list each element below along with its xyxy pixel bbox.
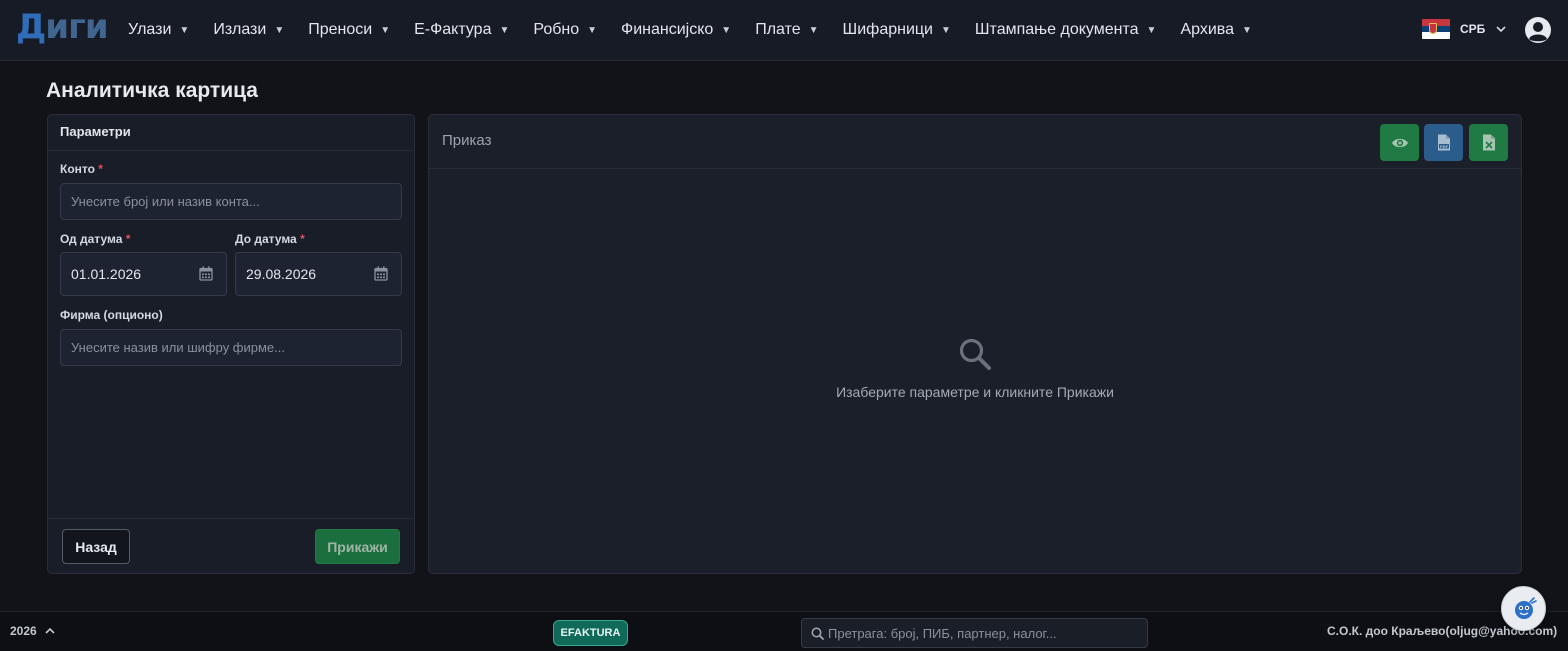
pdf-icon: PDF [1437, 134, 1450, 151]
main-menu: Улази ▼ Излази ▼ Преноси ▼ Е-Фактура ▼ Робно… [128, 0, 1276, 60]
konto-input[interactable] [60, 183, 402, 220]
assistant-button[interactable] [1501, 586, 1546, 631]
year-label: 2026 [10, 624, 37, 638]
language-selector[interactable]: СРБ [1422, 19, 1507, 39]
from-date-field[interactable] [60, 252, 227, 296]
konto-label: Конто * [60, 162, 103, 176]
menu-item-sifarnici[interactable]: Шифарници ▼ [843, 21, 951, 39]
caret-down-icon: ▼ [274, 24, 285, 36]
back-button[interactable]: Назад [62, 529, 130, 564]
parameters-header: Параметри [48, 115, 414, 151]
caret-down-icon: ▼ [1241, 24, 1252, 36]
global-search-input[interactable] [828, 619, 1143, 647]
menu-item-arhiva[interactable]: Архива ▼ [1180, 21, 1251, 39]
top-navbar: Диги Улази ▼ Излази ▼ Преноси ▼ Е-Фактура ▼ … [0, 0, 1568, 61]
export-pdf-button[interactable]: PDF [1424, 124, 1463, 161]
caret-down-icon: ▼ [179, 24, 190, 36]
caret-down-icon: ▼ [587, 24, 598, 36]
caret-down-icon: ▼ [499, 24, 510, 36]
to-date-field[interactable] [235, 252, 402, 296]
chevron-up-icon [45, 627, 55, 634]
menu-item-finansijsko[interactable]: Финансијско ▼ [621, 21, 731, 39]
search-icon [811, 627, 824, 640]
eye-icon [1391, 138, 1408, 147]
firm-input[interactable] [60, 329, 402, 366]
year-selector[interactable]: 2026 [10, 624, 55, 638]
menu-item-ulazi[interactable]: Улази ▼ [128, 21, 189, 39]
to-date-label: До датума * [235, 232, 305, 246]
status-bar: 2026 EFAKTURA С.О.К. доо Краљево(oljug@y… [0, 611, 1568, 651]
parameters-footer: Назад Прикажи [48, 518, 414, 574]
caret-down-icon: ▼ [1146, 24, 1157, 36]
firm-label: Фирма (опционо) [60, 308, 163, 322]
language-label: СРБ [1460, 22, 1486, 36]
global-search[interactable] [801, 618, 1148, 648]
preview-button[interactable] [1380, 124, 1419, 161]
efaktura-badge[interactable]: EFAKTURA [553, 620, 628, 646]
caret-down-icon: ▼ [940, 24, 951, 36]
search-icon [959, 338, 991, 370]
view-header: Приказ PDF [429, 115, 1521, 169]
menu-item-robno[interactable]: Робно ▼ [533, 21, 597, 39]
menu-item-izlazi[interactable]: Излази ▼ [213, 21, 284, 39]
from-date-label: Од датума * [60, 232, 131, 246]
export-excel-button[interactable] [1469, 124, 1508, 161]
chevron-down-icon [1496, 26, 1506, 33]
svg-text:PDF: PDF [1439, 145, 1448, 149]
calendar-icon[interactable] [199, 266, 213, 281]
view-title: Приказ [442, 132, 492, 149]
view-panel: Приказ PDF Изаберите параметре и кликнит… [428, 114, 1522, 574]
menu-item-efaktura[interactable]: Е-Фактура ▼ [414, 21, 509, 39]
menu-item-prenosi[interactable]: Преноси ▼ [308, 21, 390, 39]
app-logo[interactable]: Диги [16, 6, 109, 48]
show-button[interactable]: Прикажи [315, 529, 400, 564]
empty-state-message: Изаберите параметре и кликните Прикажи [836, 384, 1114, 400]
excel-icon [1482, 134, 1495, 151]
parameters-panel: Параметри Конто * Од датума * До датума … [47, 114, 415, 574]
caret-down-icon: ▼ [721, 24, 732, 36]
assistant-icon [1514, 596, 1537, 619]
caret-down-icon: ▼ [380, 24, 391, 36]
menu-item-stampanje[interactable]: Штампање документа ▼ [975, 21, 1157, 39]
caret-down-icon: ▼ [808, 24, 819, 36]
menu-item-plate[interactable]: Плате ▼ [755, 21, 818, 39]
calendar-icon[interactable] [374, 266, 388, 281]
user-circle-icon[interactable] [1524, 16, 1552, 44]
page-title: Аналитичка картица [46, 79, 258, 102]
serbia-flag-icon [1422, 19, 1450, 39]
